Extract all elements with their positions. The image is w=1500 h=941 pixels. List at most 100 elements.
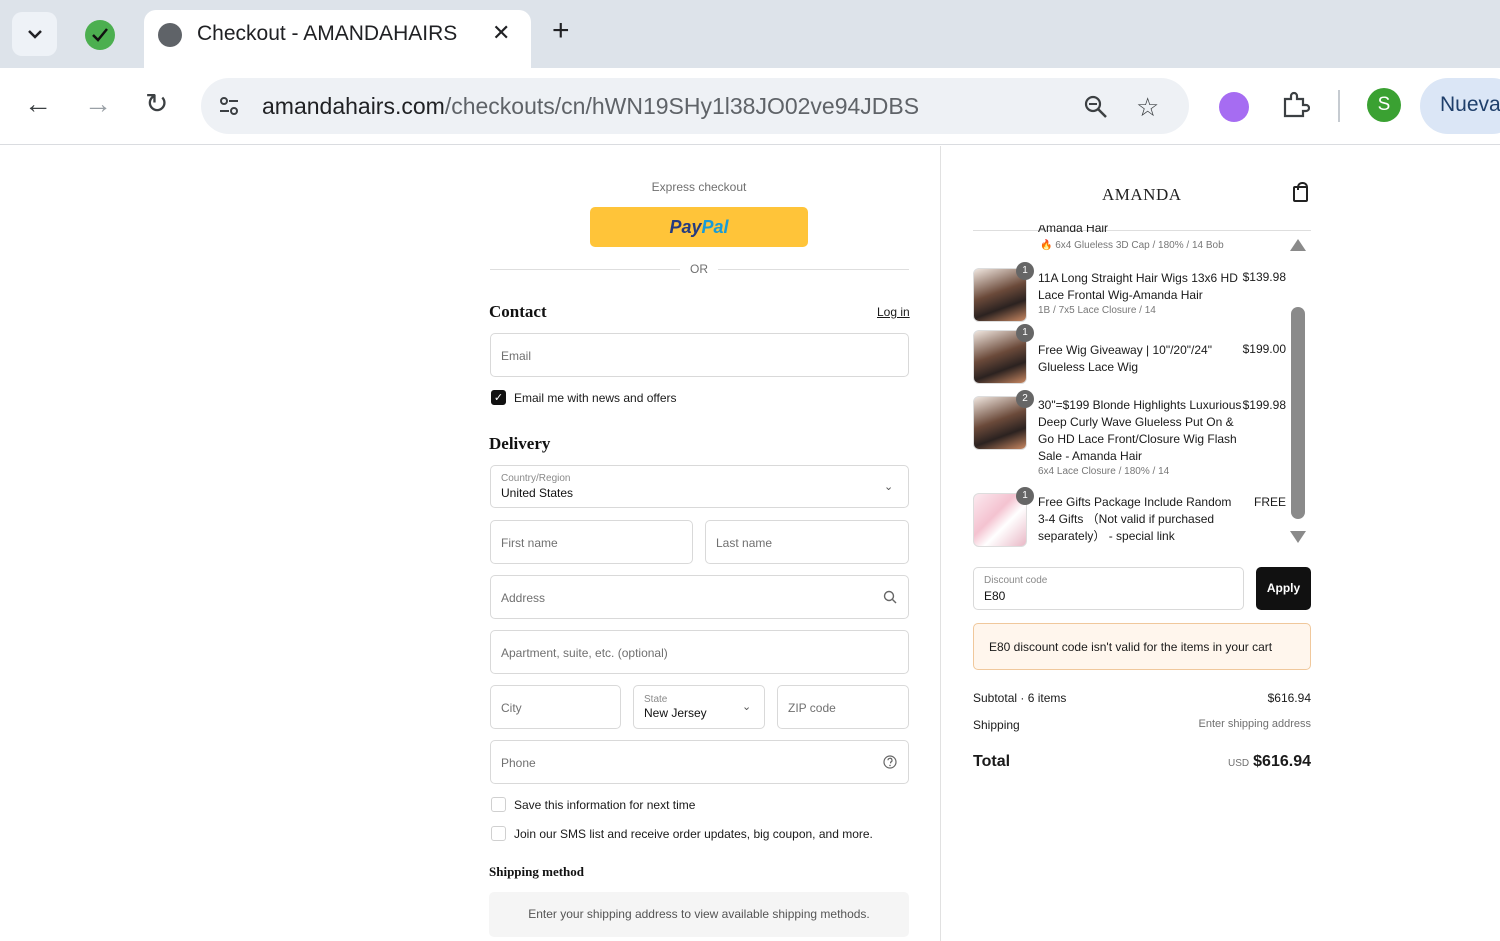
first-name-field[interactable]: First name xyxy=(490,520,693,564)
subtotal-label: Subtotal · 6 items xyxy=(973,691,1067,705)
item-name: 11A Long Straight Hair Wigs 13x6 HD Lace… xyxy=(1038,270,1243,318)
or-divider-left xyxy=(490,269,680,270)
phone-field[interactable]: Phone xyxy=(490,740,909,784)
subtotal-value: $616.94 xyxy=(1267,691,1311,705)
partial-item-variant-text: 6x4 Glueless 3D Cap / 180% / 14 Bob xyxy=(1055,240,1224,251)
sms-checkbox[interactable] xyxy=(491,826,506,841)
toolbar-divider xyxy=(1338,90,1340,122)
or-divider-right xyxy=(718,269,909,270)
item-title: 30"=$199 Blonde Highlights Luxurious Dee… xyxy=(1038,398,1242,463)
email-field[interactable]: Email xyxy=(490,333,909,377)
currency-code: USD xyxy=(1228,758,1250,769)
zip-placeholder: ZIP code xyxy=(788,701,836,715)
item-name: 30"=$199 Blonde Highlights Luxurious Dee… xyxy=(1038,397,1243,479)
extensions-puzzle-icon[interactable] xyxy=(1280,90,1310,120)
item-title: Free Gifts Package Include Random 3-4 Gi… xyxy=(1038,495,1232,543)
delivery-heading: Delivery xyxy=(489,434,551,453)
quantity-badge: 1 xyxy=(1016,262,1034,280)
city-field[interactable]: City xyxy=(490,685,621,729)
email-optin-checkbox[interactable]: ✓ xyxy=(491,390,506,405)
contact-heading: Contact xyxy=(489,302,547,321)
quantity-badge: 1 xyxy=(1016,487,1034,505)
url-text: amandahairs.com/checkouts/cn/hWN19SHy1l3… xyxy=(262,93,919,120)
quantity-badge: 2 xyxy=(1016,390,1034,408)
zoom-icon[interactable] xyxy=(1083,94,1109,120)
profile-label-button[interactable]: Nueva xyxy=(1420,78,1500,134)
shipping-label: Shipping xyxy=(973,718,1020,732)
globe-icon xyxy=(158,23,182,47)
scrollbar-thumb[interactable] xyxy=(1291,307,1305,519)
phone-placeholder: Phone xyxy=(501,756,536,770)
total-amount: USD $616.94 xyxy=(1228,753,1311,771)
back-arrow-icon[interactable]: ← xyxy=(24,90,52,118)
city-placeholder: City xyxy=(501,701,522,715)
first-name-placeholder: First name xyxy=(501,536,558,550)
discount-code-value: E80 xyxy=(984,589,1006,603)
save-info-checkbox[interactable] xyxy=(491,797,506,812)
email-optin-label: Email me with news and offers xyxy=(514,391,677,405)
state-select[interactable]: State New Jersey ⌄ xyxy=(633,685,765,729)
chevron-down-icon: ⌄ xyxy=(884,481,894,493)
item-variant: 6x4 Lace Closure / 180% / 14 xyxy=(1038,466,1170,477)
site-info-icon[interactable] xyxy=(217,94,241,118)
browser-tab-strip: Checkout - AMANDAHAIRS ✕ + xyxy=(0,0,1500,68)
shipping-method-note: Enter your shipping address to view avai… xyxy=(489,892,909,937)
paypal-button[interactable]: Pay Pal xyxy=(590,207,808,247)
item-price: $139.98 xyxy=(1242,270,1286,284)
extension-pin-icon[interactable] xyxy=(85,20,115,50)
reload-icon[interactable]: ↻ xyxy=(145,90,168,118)
tab-title: Checkout - AMANDAHAIRS xyxy=(197,22,458,45)
forward-arrow-icon[interactable]: → xyxy=(84,90,112,118)
discount-code-label: Discount code xyxy=(984,575,1048,586)
email-placeholder: Email xyxy=(501,349,532,363)
close-icon[interactable]: ✕ xyxy=(492,20,510,46)
profile-avatar[interactable]: S xyxy=(1367,88,1401,122)
login-link[interactable]: Log in xyxy=(877,305,910,319)
discount-error-alert: E80 discount code isn't valid for the it… xyxy=(973,623,1311,670)
item-title: 11A Long Straight Hair Wigs 13x6 HD Lace… xyxy=(1038,271,1238,302)
quantity-badge: 1 xyxy=(1016,324,1034,342)
or-label: OR xyxy=(690,262,708,276)
total-value: $616.94 xyxy=(1253,753,1311,770)
partial-item-name: Amanda Hair xyxy=(1038,225,1108,236)
new-tab-button[interactable]: + xyxy=(552,16,570,46)
item-name: Free Wig Giveaway | 10"/20"/24" Glueless… xyxy=(1038,342,1243,376)
scroll-down-arrow[interactable] xyxy=(1290,531,1306,543)
apply-button[interactable]: Apply xyxy=(1256,567,1311,610)
partial-item-variant: 🔥 6x4 Glueless 3D Cap / 180% / 14 Bob xyxy=(1040,239,1224,253)
last-name-placeholder: Last name xyxy=(716,536,773,550)
summary-top-divider xyxy=(973,230,1311,231)
tab-search-button[interactable] xyxy=(12,12,57,56)
paypal-logo-pay: Pay xyxy=(669,216,702,237)
active-tab[interactable]: Checkout - AMANDAHAIRS ✕ xyxy=(144,10,531,68)
apartment-placeholder: Apartment, suite, etc. (optional) xyxy=(501,646,668,660)
apartment-field[interactable]: Apartment, suite, etc. (optional) xyxy=(490,630,909,674)
brand-logo[interactable]: AMANDA xyxy=(1102,185,1182,205)
scroll-up-arrow[interactable] xyxy=(1290,239,1306,251)
star-icon[interactable]: ☆ xyxy=(1136,92,1159,123)
last-name-field[interactable]: Last name xyxy=(705,520,909,564)
address-placeholder: Address xyxy=(501,591,546,605)
country-select[interactable]: Country/Region United States ⌄ xyxy=(490,465,909,508)
item-price: $199.98 xyxy=(1242,398,1286,412)
item-price: FREE xyxy=(1253,495,1286,509)
item-price: $199.00 xyxy=(1242,342,1286,356)
search-icon xyxy=(883,590,897,604)
sms-label: Join our SMS list and receive order upda… xyxy=(514,827,873,841)
url-domain: amandahairs.com xyxy=(262,93,445,119)
shopping-bag-icon[interactable] xyxy=(1293,182,1308,202)
address-bar[interactable]: amandahairs.com/checkouts/cn/hWN19SHy1l3… xyxy=(201,78,1189,134)
extension-icon[interactable] xyxy=(1219,92,1249,122)
save-info-label: Save this information for next time xyxy=(514,798,696,812)
shipping-method-heading: Shipping method xyxy=(489,864,585,879)
item-name: Free Gifts Package Include Random 3-4 Gi… xyxy=(1038,494,1243,545)
chevron-down-icon xyxy=(27,30,42,39)
express-checkout-label: Express checkout xyxy=(651,180,747,194)
column-divider xyxy=(940,146,941,941)
zip-field[interactable]: ZIP code xyxy=(777,685,909,729)
address-field[interactable]: Address xyxy=(490,575,909,619)
country-label: Country/Region xyxy=(501,473,571,484)
state-label: State xyxy=(644,694,668,705)
discount-code-field[interactable]: Discount code E80 xyxy=(973,567,1244,610)
help-icon[interactable] xyxy=(883,755,897,769)
